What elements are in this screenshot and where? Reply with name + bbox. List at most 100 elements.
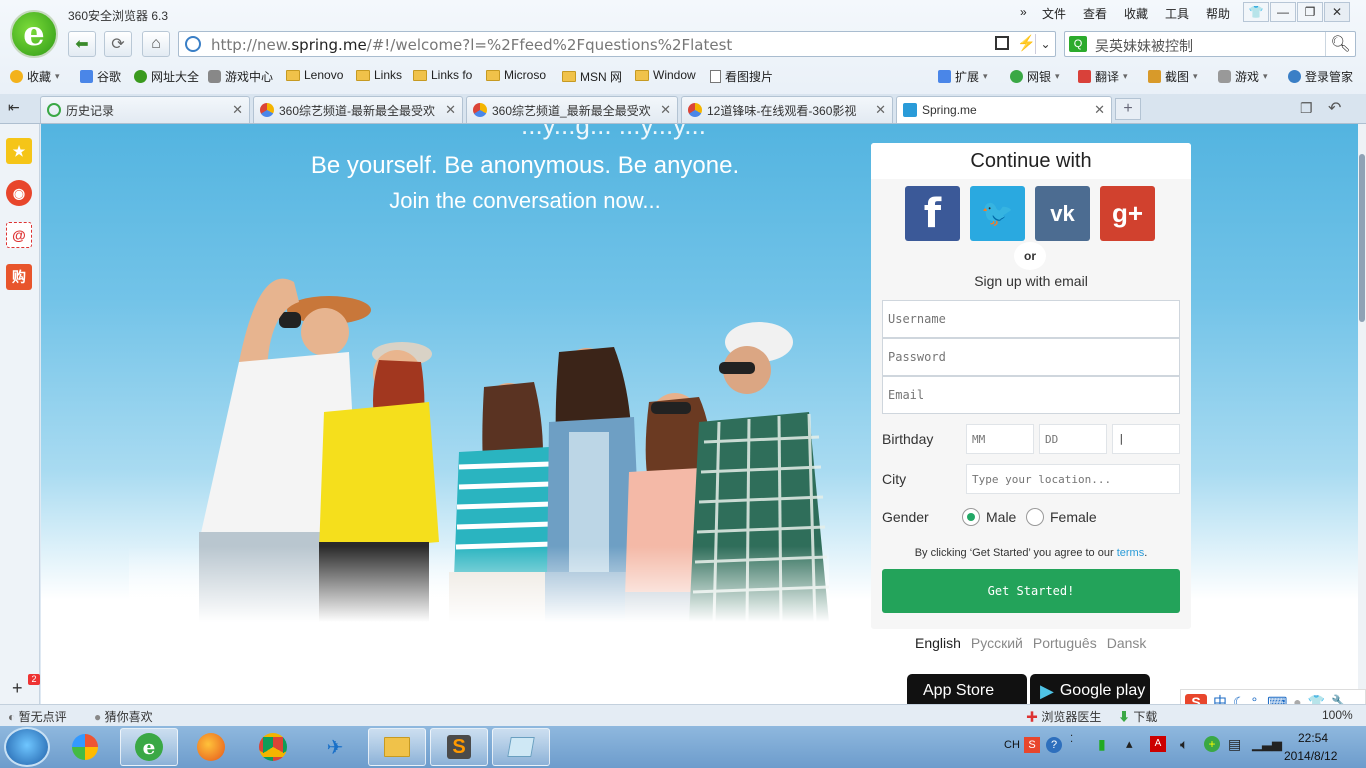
twitter-button[interactable]: 🐦 [970, 186, 1025, 241]
tab-history[interactable]: 历史记录 ✕ [40, 96, 250, 123]
taskbar-firefox-icon[interactable] [182, 728, 240, 766]
clock-time[interactable]: 22:54 [1298, 731, 1328, 745]
action-center-icon[interactable]: ▴ [1126, 736, 1133, 752]
close-window-button[interactable]: ✕ [1324, 2, 1350, 22]
terms-link[interactable]: terms [1117, 547, 1145, 559]
volume-icon[interactable]: 🔈︎ [1180, 736, 1188, 753]
undo-close-icon[interactable]: ↶ [1328, 98, 1341, 118]
city-field[interactable] [966, 464, 1180, 494]
network-adapter-icon[interactable]: ▤ [1228, 736, 1241, 753]
360-guard-tray-icon[interactable]: + [1204, 736, 1220, 752]
tab-springme[interactable]: Spring.me ✕ [896, 96, 1112, 123]
qr-code-icon[interactable] [995, 36, 1009, 50]
menu-help[interactable]: 帮助 [1206, 5, 1230, 22]
tab-variety-2[interactable]: 360综艺频道_最新最全最受欢 ✕ [466, 96, 678, 123]
sidebar-add-icon[interactable]: + [12, 678, 23, 699]
clock-date[interactable]: 2014/8/12 [1284, 749, 1337, 763]
bookmark-hao360[interactable]: 网址大全 [134, 68, 199, 85]
toolbar-games[interactable]: 游戏 ▾ [1218, 68, 1268, 85]
zoom-level[interactable]: 100% [1322, 708, 1353, 722]
gender-female-radio[interactable] [1026, 508, 1044, 526]
new-tab-button[interactable]: + [1115, 98, 1141, 120]
bookmark-links[interactable]: Links [356, 68, 402, 82]
search-input[interactable]: 吴英妹妹被控制 [1095, 36, 1193, 56]
scrollbar-thumb[interactable] [1359, 154, 1365, 322]
menu-favorites[interactable]: 收藏 [1124, 5, 1148, 22]
tab-list-icon[interactable]: ❐ [1300, 100, 1313, 117]
language-danish[interactable]: Dansk [1107, 635, 1147, 651]
menu-view[interactable]: 查看 [1083, 5, 1107, 22]
tab-video[interactable]: 12道锋味-在线观看-360影视 ✕ [681, 96, 893, 123]
google-play-button[interactable]: ▶ Google play [1030, 674, 1150, 704]
toolbar-login-manager[interactable]: 登录管家 [1288, 68, 1353, 85]
taskbar-photos-icon[interactable] [56, 728, 114, 766]
gender-male-radio[interactable] [962, 508, 980, 526]
address-dropdown-icon[interactable]: ⌄ [1035, 34, 1055, 54]
birthday-year-field[interactable]: | [1112, 424, 1180, 454]
language-portuguese[interactable]: Português [1033, 635, 1097, 651]
mail-icon[interactable]: @ [6, 222, 32, 248]
toolbar-translate[interactable]: 翻译 ▾ [1078, 68, 1128, 85]
minimize-button[interactable]: — [1270, 2, 1296, 22]
favorites-star-icon[interactable]: ★ [6, 138, 32, 164]
sogou-tray-icon[interactable]: S [1024, 737, 1040, 753]
downloads[interactable]: ⬇ 下载 [1118, 708, 1157, 725]
adobe-tray-icon[interactable]: A [1150, 736, 1166, 752]
menu-tools[interactable]: 工具 [1165, 5, 1189, 22]
tray-expand-icon[interactable]: ⁚ [1070, 734, 1073, 745]
get-started-button[interactable]: Get Started! [882, 569, 1180, 613]
help-tray-icon[interactable]: ? [1046, 737, 1062, 753]
bookmark-google[interactable]: 谷歌 [80, 68, 121, 85]
toolbar-extensions[interactable]: 扩展 ▾ [938, 68, 988, 85]
address-url[interactable]: http://new.spring.me/#!/welcome?l=%2Ffee… [211, 36, 732, 54]
birthday-month-field[interactable] [966, 424, 1034, 454]
gender-male-label[interactable]: Male [986, 509, 1016, 525]
vk-button[interactable]: vk [1035, 186, 1090, 241]
google-plus-button[interactable]: g+ [1100, 186, 1155, 241]
bookmark-microsoft[interactable]: Microso [486, 68, 546, 82]
birthday-day-field[interactable] [1039, 424, 1107, 454]
close-icon[interactable]: ✕ [445, 102, 456, 118]
facebook-button[interactable]: f [905, 186, 960, 241]
bookmark-favorites[interactable]: 收藏 ▾ [10, 68, 60, 85]
gender-female-label[interactable]: Female [1050, 509, 1097, 525]
bookmark-image-search[interactable]: 看图搜片 [710, 68, 773, 85]
browser-doctor[interactable]: ✚ 浏览器医生 [1026, 708, 1101, 725]
password-field[interactable] [882, 338, 1180, 376]
status-recommend[interactable]: ● 猜你喜欢 [94, 708, 153, 725]
bookmark-lenovo[interactable]: Lenovo [286, 68, 343, 82]
battery-icon[interactable]: ▮ [1098, 736, 1106, 753]
close-icon[interactable]: ✕ [660, 102, 671, 118]
refresh-button[interactable]: ⟳ [104, 31, 132, 57]
toolbar-netbank[interactable]: 网银 ▾ [1010, 68, 1060, 85]
language-indicator[interactable]: CH [1004, 739, 1020, 751]
bookmark-msn[interactable]: MSN 网 [562, 68, 622, 85]
bookmark-links-fo[interactable]: Links fo [413, 68, 472, 82]
taskbar-360browser-icon[interactable]: e [120, 728, 178, 766]
username-field[interactable] [882, 300, 1180, 338]
back-button[interactable]: ⬅ [68, 31, 96, 57]
taskbar-sublime-icon[interactable]: S [430, 728, 488, 766]
close-icon[interactable]: ✕ [875, 102, 886, 118]
home-button[interactable]: ⌂ [142, 31, 170, 57]
menu-more[interactable]: » [1020, 5, 1027, 19]
bookmark-windows[interactable]: Window [635, 68, 696, 82]
address-bar[interactable]: http://new.spring.me/#!/welcome?l=%2Ffee… [178, 31, 1056, 57]
lightning-icon[interactable]: ⚡ [1017, 34, 1036, 52]
close-icon[interactable]: ✕ [232, 102, 243, 118]
vertical-scrollbar[interactable] [1358, 124, 1366, 704]
taskbar-notes-icon[interactable] [492, 728, 550, 766]
taskbar-bird-app-icon[interactable]: ✈ [306, 728, 364, 766]
tab-variety-1[interactable]: 360综艺频道-最新最全最受欢 ✕ [253, 96, 463, 123]
skin-button[interactable]: 👕 [1243, 2, 1269, 22]
sidebar-toggle-icon[interactable]: ⇤ [8, 99, 20, 116]
shopping-icon[interactable]: 购 [6, 264, 32, 290]
toolbar-screenshot[interactable]: 截图 ▾ [1148, 68, 1198, 85]
taskbar-chrome-icon[interactable] [244, 728, 302, 766]
restore-button[interactable]: ❐ [1297, 2, 1323, 22]
menu-file[interactable]: 文件 [1042, 5, 1066, 22]
search-engine-icon[interactable]: Q [1069, 36, 1087, 52]
signal-icon[interactable]: ▁▃▅ [1252, 736, 1282, 752]
language-russian[interactable]: Русский [971, 635, 1023, 651]
close-icon[interactable]: ✕ [1094, 102, 1105, 118]
